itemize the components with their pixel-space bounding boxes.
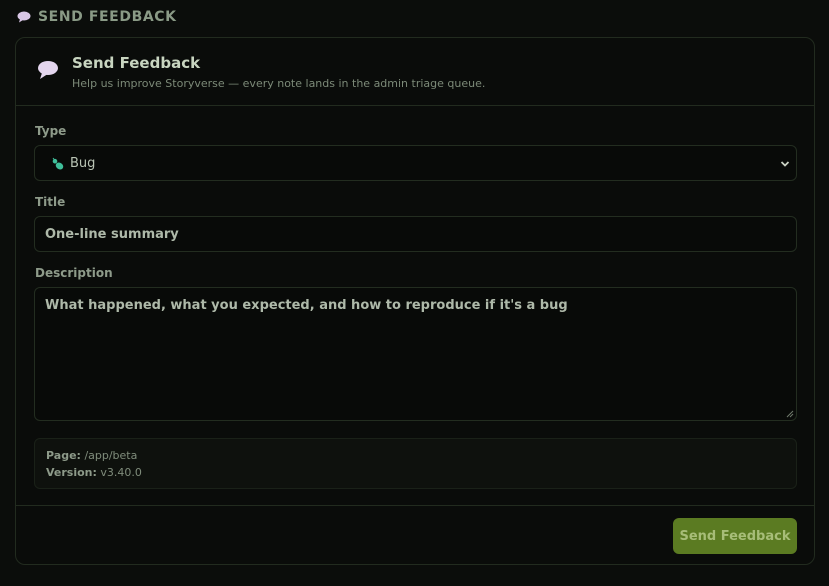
page-header: SEND FEEDBACK [17, 8, 177, 26]
type-label: Type [35, 124, 67, 138]
description-textarea[interactable]: What happened, what you expected, and ho… [34, 287, 797, 421]
feedback-card: Send Feedback Help us improve Storyverse… [15, 37, 815, 565]
description-label: Description [35, 266, 113, 280]
card-title: Send Feedback [72, 54, 201, 72]
send-feedback-button[interactable]: Send Feedback [673, 518, 797, 554]
page-info: Page: /app/beta [46, 449, 137, 462]
speech-bubble-icon [17, 11, 31, 23]
chevron-down-icon [780, 161, 790, 167]
title-input[interactable]: One-line summary [34, 216, 797, 252]
type-select[interactable]: Bug [34, 145, 797, 181]
bug-icon [52, 157, 64, 170]
title-label: Title [35, 195, 66, 209]
page-info-value: /app/beta [84, 449, 138, 462]
card-subtitle: Help us improve Storyverse — every note … [72, 77, 486, 90]
page-header-title: SEND FEEDBACK [38, 9, 177, 25]
title-placeholder: One-line summary [45, 227, 179, 242]
context-info: Page: /app/beta Version: v3.40.0 [34, 438, 797, 489]
footer-divider [16, 505, 814, 506]
version-info: Version: v3.40.0 [46, 466, 142, 479]
description-placeholder: What happened, what you expected, and ho… [45, 298, 568, 313]
version-info-label: Version: [46, 466, 97, 479]
page-info-label: Page: [46, 449, 81, 462]
type-select-value: Bug [70, 156, 96, 171]
version-info-value: v3.40.0 [100, 466, 142, 479]
resize-handle-icon[interactable] [786, 410, 794, 418]
card-header: Send Feedback Help us improve Storyverse… [16, 38, 814, 106]
speech-bubble-icon [38, 61, 58, 79]
